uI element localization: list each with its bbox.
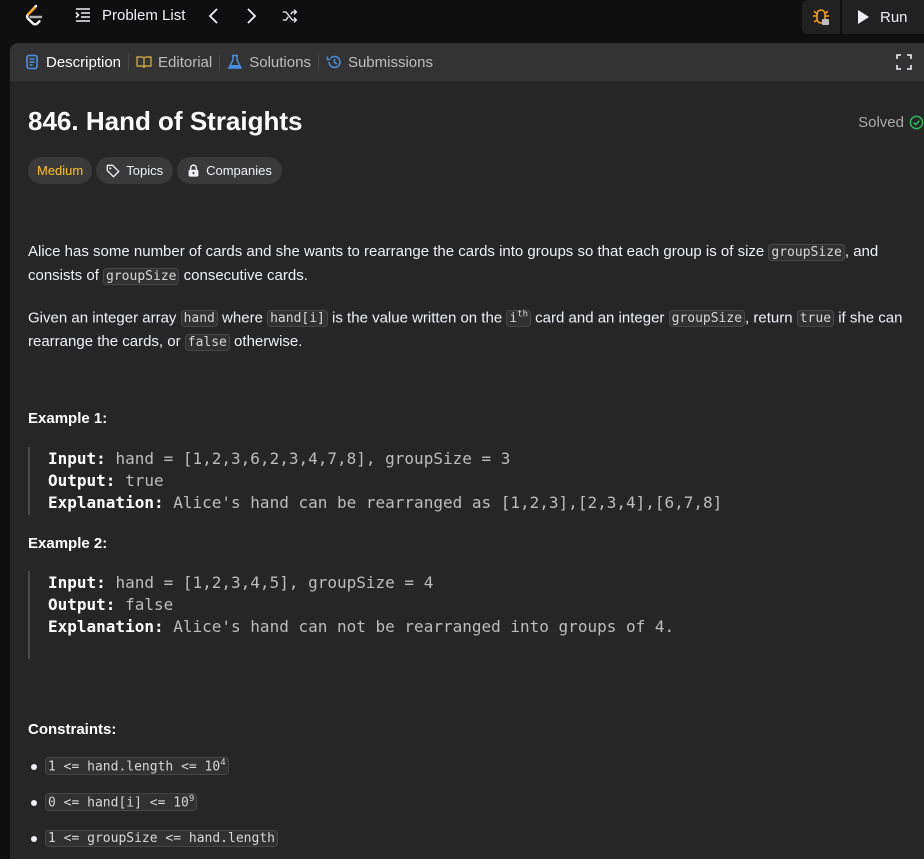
lock-icon	[188, 164, 199, 177]
tag-icon	[106, 164, 120, 178]
example-explanation-line: Explanation: Alice's hand can not be rea…	[48, 616, 728, 638]
description-panel: Description Editorial Solutions Submissi…	[10, 43, 924, 859]
next-problem-icon[interactable]	[243, 7, 259, 25]
history-icon	[326, 55, 341, 69]
description-paragraph-2: Given an integer array hand where hand[i…	[28, 304, 912, 354]
tag-row: Medium Topics Companies	[28, 157, 282, 184]
output-label: Output:	[48, 595, 116, 614]
output-value: true	[125, 471, 164, 490]
explanation-value: Alice's hand can not be rearranged into …	[173, 617, 675, 636]
constraint-item: 1 <= hand.length <= 104	[28, 748, 278, 784]
tab-submissions[interactable]: Submissions	[320, 54, 439, 71]
example-1-block: Input: hand = [1,2,3,6,2,3,4,7,8], group…	[28, 447, 728, 515]
example-explanation-line: Explanation: Alice's hand can be rearran…	[48, 492, 728, 514]
code-base: i	[509, 311, 518, 327]
input-label: Input:	[48, 449, 106, 468]
inline-code: 0 <= hand[i] <= 109	[45, 792, 198, 812]
input-label: Input:	[48, 573, 106, 592]
description-icon	[26, 54, 38, 70]
text-segment: Given an integer array	[28, 309, 181, 327]
example-2-block: Input: hand = [1,2,3,4,5], groupSize = 4…	[28, 571, 728, 659]
example-input-line: Input: hand = [1,2,3,4,5], groupSize = 4	[48, 572, 728, 594]
superscript: 4	[220, 757, 226, 768]
text-segment: where	[217, 309, 268, 327]
play-icon	[858, 10, 869, 24]
tab-submissions-label: Submissions	[347, 53, 433, 71]
solved-status: Solved	[858, 114, 924, 131]
tab-divider	[317, 54, 319, 70]
text-segment: is the value written on the	[327, 309, 507, 327]
problem-list-button[interactable]: Problem List	[74, 6, 185, 24]
tab-solutions-label: Solutions	[249, 53, 311, 71]
code-base: 1 <= groupSize <= hand.length	[48, 830, 275, 846]
example-output-line: Output: false	[48, 594, 728, 616]
problem-list-label: Problem List	[102, 6, 186, 24]
constraints-list: 1 <= hand.length <= 104 0 <= hand[i] <= …	[28, 748, 278, 856]
solved-label: Solved	[858, 114, 904, 131]
check-circle-icon	[909, 115, 924, 130]
companies-button[interactable]: Companies	[177, 157, 282, 184]
flask-icon	[228, 54, 243, 69]
explanation-label: Explanation:	[48, 617, 164, 636]
topics-label: Topics	[126, 163, 164, 178]
inline-code: 1 <= hand.length <= 104	[45, 756, 229, 776]
superscript: 9	[188, 793, 195, 804]
superscript: th	[517, 310, 528, 320]
inline-code: groupSize	[668, 310, 746, 328]
tab-divider	[219, 54, 221, 70]
inline-code: groupSize	[103, 268, 180, 285]
prev-problem-icon[interactable]	[206, 7, 222, 25]
leetcode-logo-icon[interactable]	[22, 4, 46, 28]
problem-title[interactable]: 846. Hand of Straights	[28, 106, 303, 137]
book-icon	[136, 56, 152, 69]
example-input-line: Input: hand = [1,2,3,6,2,3,4,7,8], group…	[48, 448, 728, 470]
example-2-title: Example 2:	[28, 535, 108, 552]
tab-editorial[interactable]: Editorial	[130, 54, 218, 71]
output-label: Output:	[48, 471, 116, 490]
tab-description-label: Description	[46, 53, 122, 71]
tab-editorial-label: Editorial	[158, 53, 213, 71]
text-segment: consecutive cards.	[179, 267, 308, 284]
text-segment: , return	[745, 309, 797, 327]
constraint-item: 0 <= hand[i] <= 109	[28, 784, 278, 820]
run-label: Run	[880, 8, 908, 26]
debug-button[interactable]	[802, 0, 840, 34]
tab-divider	[128, 54, 130, 70]
topics-button[interactable]: Topics	[96, 157, 174, 184]
inline-code: hand	[180, 310, 218, 328]
bug-lock-icon	[813, 9, 829, 25]
input-value: hand = [1,2,3,4,5], groupSize = 4	[115, 573, 434, 592]
difficulty-badge: Medium	[28, 157, 93, 184]
explanation-value: Alice's hand can be rearranged as [1,2,3…	[173, 493, 723, 512]
code-base: 0 <= hand[i] <= 10	[48, 795, 189, 811]
tab-description[interactable]: Description	[18, 54, 127, 71]
inline-code: hand[i]	[267, 310, 328, 328]
shuffle-icon[interactable]	[282, 7, 298, 25]
text-segment: Alice has some number of cards and she w…	[28, 243, 769, 260]
constraint-item: 1 <= groupSize <= hand.length	[28, 820, 278, 856]
text-segment: card and an integer	[531, 309, 669, 327]
inline-code: groupSize	[768, 244, 845, 261]
run-button[interactable]: Run	[842, 0, 924, 34]
example-output-line: Output: true	[48, 470, 728, 492]
list-icon	[75, 8, 90, 22]
companies-label: Companies	[206, 163, 272, 178]
expand-icon[interactable]	[896, 54, 912, 70]
example-1-title: Example 1:	[28, 410, 108, 427]
output-value: false	[125, 595, 174, 614]
constraints-title: Constraints:	[28, 721, 117, 738]
code-base: 1 <= hand.length <= 10	[48, 759, 221, 775]
description-paragraph-1: Alice has some number of cards and she w…	[28, 240, 912, 288]
tab-solutions[interactable]: Solutions	[221, 54, 317, 71]
text-segment: otherwise.	[229, 333, 303, 351]
inline-code: false	[184, 334, 230, 352]
inline-code: true	[796, 310, 835, 328]
explanation-label: Explanation:	[48, 493, 164, 512]
input-value: hand = [1,2,3,6,2,3,4,7,8], groupSize = …	[115, 449, 511, 468]
inline-code: ith	[506, 310, 531, 328]
panel-tabs: Description Editorial Solutions Submissi…	[10, 43, 924, 81]
inline-code: 1 <= groupSize <= hand.length	[45, 829, 278, 847]
top-navbar: Problem List Run	[0, 0, 924, 34]
